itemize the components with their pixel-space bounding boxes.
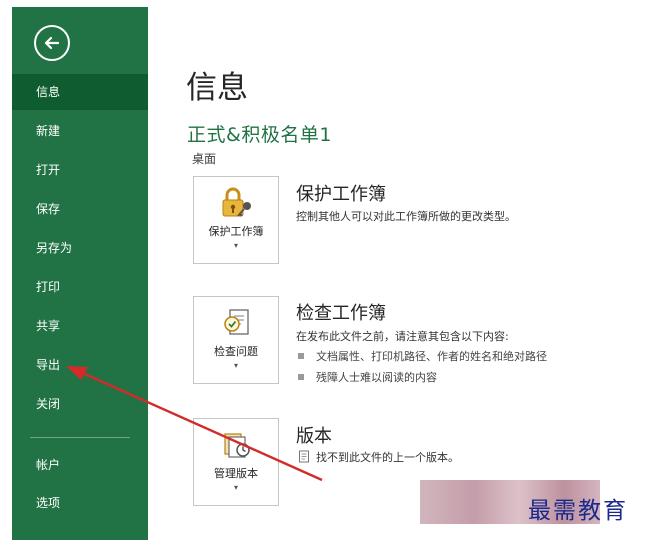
watermark-text: 最需教育 [528, 498, 628, 524]
annotation-arrow [66, 366, 323, 482]
